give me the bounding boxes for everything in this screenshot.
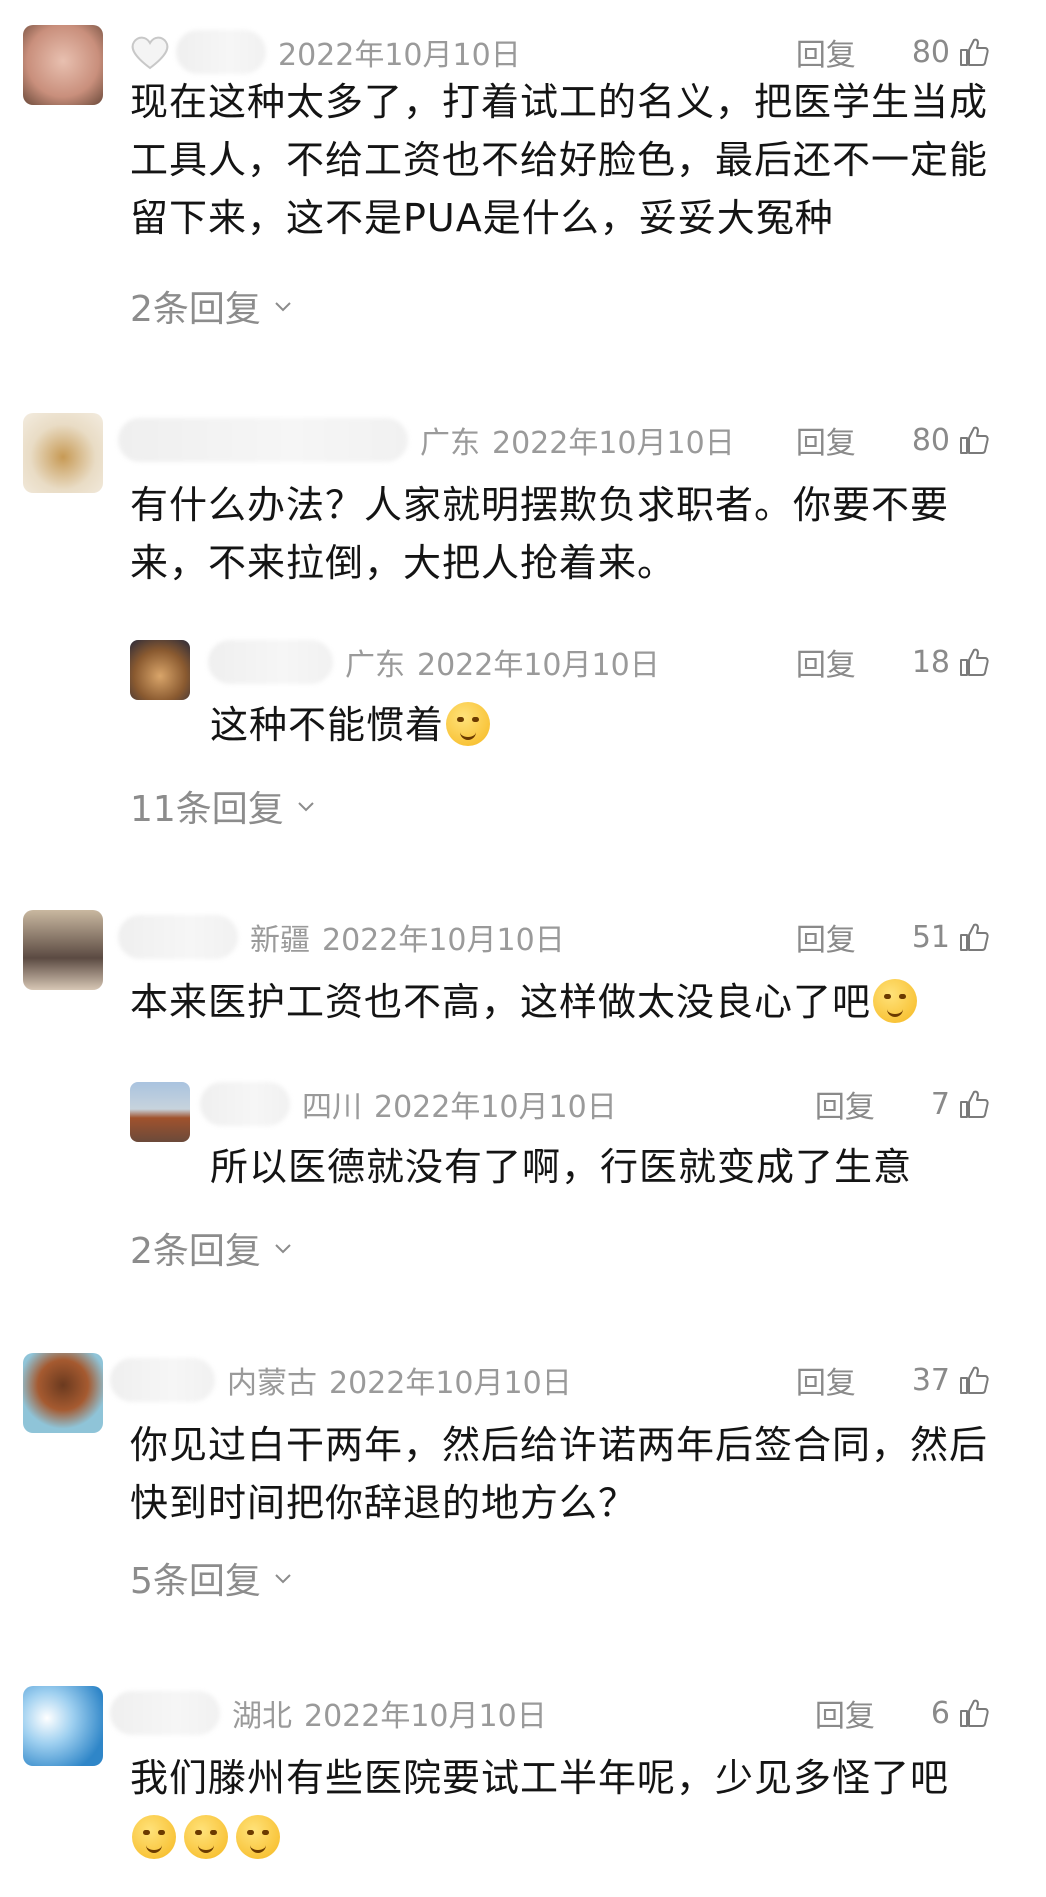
avatar[interactable] (130, 1082, 190, 1142)
reply-button[interactable]: 回复 (796, 640, 856, 684)
location-label: 新疆 (250, 923, 310, 958)
comment-date: 2022年10月10日 (304, 1699, 547, 1734)
replies-count-label: 2条回复 (130, 1231, 261, 1272)
expand-replies-button[interactable]: 5条回复 (130, 1552, 295, 1604)
comment-date: 2022年10月10日 (329, 1366, 572, 1401)
reply-actions: 回复 7 (815, 1082, 990, 1126)
chevron-down-icon (275, 1574, 291, 1584)
username-blurred[interactable] (200, 1082, 290, 1126)
reply-button[interactable]: 回复 (815, 1082, 875, 1126)
comment-actions: 回复 6 (815, 1691, 990, 1735)
reply-actions: 回复 18 (796, 640, 990, 684)
avatar[interactable] (23, 1353, 103, 1433)
location-label: 内蒙古 (227, 1366, 317, 1401)
like-count: 37 (911, 1362, 950, 1398)
reply-button[interactable]: 回复 (796, 418, 856, 462)
reply-button[interactable]: 回复 (796, 30, 856, 74)
comment-meta: 湖北 2022年10月10日 (110, 1691, 547, 1735)
comment-text: 你见过白干两年，然后给许诺两年后签合同，然后快到时间把你辞退的地方么？ (130, 1423, 989, 1525)
thumbs-up-icon[interactable] (958, 36, 990, 68)
emoji-row (130, 1815, 280, 1859)
location-label: 广东 (345, 648, 405, 683)
comment-date: 2022年10月10日 (417, 648, 660, 683)
comment-actions: 回复 51 (796, 915, 990, 959)
avatar[interactable] (130, 640, 190, 700)
emoji-icon (446, 702, 491, 746)
replies-count-label: 2条回复 (130, 289, 261, 330)
reply-text-content: 这种不能惯着 (210, 703, 445, 747)
location-label: 湖北 (232, 1699, 292, 1734)
avatar[interactable] (23, 413, 103, 493)
comment-date: 2022年10月10日 (374, 1090, 617, 1125)
comment-date: 2022年10月10日 (492, 426, 735, 461)
comment-meta: 内蒙古 2022年10月10日 (110, 1358, 572, 1402)
comment-date: 2022年10月10日 (278, 38, 521, 73)
comment-text: 我们滕州有些医院要试工半年呢，少见多怪了吧 (130, 1756, 950, 1800)
heart-icon (131, 36, 169, 70)
username-blurred[interactable] (110, 1691, 220, 1735)
reply-button[interactable]: 回复 (815, 1691, 875, 1735)
username-blurred[interactable] (118, 915, 238, 959)
avatar[interactable] (23, 25, 103, 105)
expand-replies-button[interactable]: 11条回复 (130, 780, 318, 832)
comment-text: 有什么办法？人家就明摆欺负求职者。你要不要来，不来拉倒，大把人抢着来。 (130, 483, 950, 585)
comment-actions: 回复 37 (796, 1358, 990, 1402)
like-count: 6 (930, 1695, 950, 1731)
laughing-emoji-icon (184, 1815, 228, 1859)
like-count: 7 (930, 1086, 950, 1122)
chevron-down-icon (275, 1244, 291, 1254)
like-count: 51 (911, 919, 950, 955)
thumbs-up-icon[interactable] (958, 1697, 990, 1729)
reply-meta: 广东 2022年10月10日 (208, 640, 660, 684)
like-count: 18 (911, 644, 950, 680)
username-blurred[interactable] (110, 1358, 215, 1402)
username-blurred[interactable] (118, 418, 408, 462)
thumbs-up-icon[interactable] (958, 1088, 990, 1120)
like-count: 80 (911, 34, 950, 70)
reply-meta: 四川 2022年10月10日 (200, 1082, 617, 1126)
comment-date: 2022年10月10日 (322, 923, 565, 958)
like-count: 80 (911, 422, 950, 458)
location-label: 广东 (420, 426, 480, 461)
comment-text: 现在这种太多了，打着试工的名义，把医学生当成工具人，不给工资也不给好脸色，最后还… (130, 80, 989, 240)
username-blurred[interactable] (208, 640, 333, 684)
reply-button[interactable]: 回复 (796, 1358, 856, 1402)
comment-actions: 回复 80 (796, 418, 990, 462)
comment-actions: 回复 80 (796, 30, 990, 74)
thumbs-up-icon[interactable] (958, 1364, 990, 1396)
reply-text: 所以医德就没有了啊，行医就变成了生意 (210, 1145, 913, 1189)
chevron-down-icon (275, 302, 291, 312)
thumbs-up-icon[interactable] (958, 424, 990, 456)
avatar[interactable] (23, 910, 103, 990)
emoji-icon (873, 979, 918, 1023)
avatar[interactable] (23, 1686, 103, 1766)
reply-text: 这种不能惯着 (210, 696, 990, 754)
replies-count-label: 5条回复 (130, 1561, 261, 1602)
thumbs-up-icon[interactable] (958, 921, 990, 953)
comment-meta: 新疆 2022年10月10日 (118, 915, 565, 959)
laughing-emoji-icon (236, 1815, 280, 1859)
reply-button[interactable]: 回复 (796, 915, 856, 959)
comment-text-content: 本来医护工资也不高，这样做太没良心了吧 (130, 980, 872, 1024)
comment-meta: 2022年10月10日 (130, 30, 521, 74)
expand-replies-button[interactable]: 2条回复 (130, 1222, 295, 1274)
thumbs-up-icon[interactable] (958, 646, 990, 678)
chevron-down-icon (298, 802, 314, 812)
replies-count-label: 11条回复 (130, 789, 284, 830)
expand-replies-button[interactable]: 2条回复 (130, 280, 295, 332)
location-label: 四川 (302, 1090, 362, 1125)
comment-text: 本来医护工资也不高，这样做太没良心了吧 (130, 973, 990, 1031)
comment-meta: 广东 2022年10月10日 (118, 418, 735, 462)
laughing-emoji-icon (132, 1815, 176, 1859)
username-blurred[interactable] (176, 30, 266, 74)
